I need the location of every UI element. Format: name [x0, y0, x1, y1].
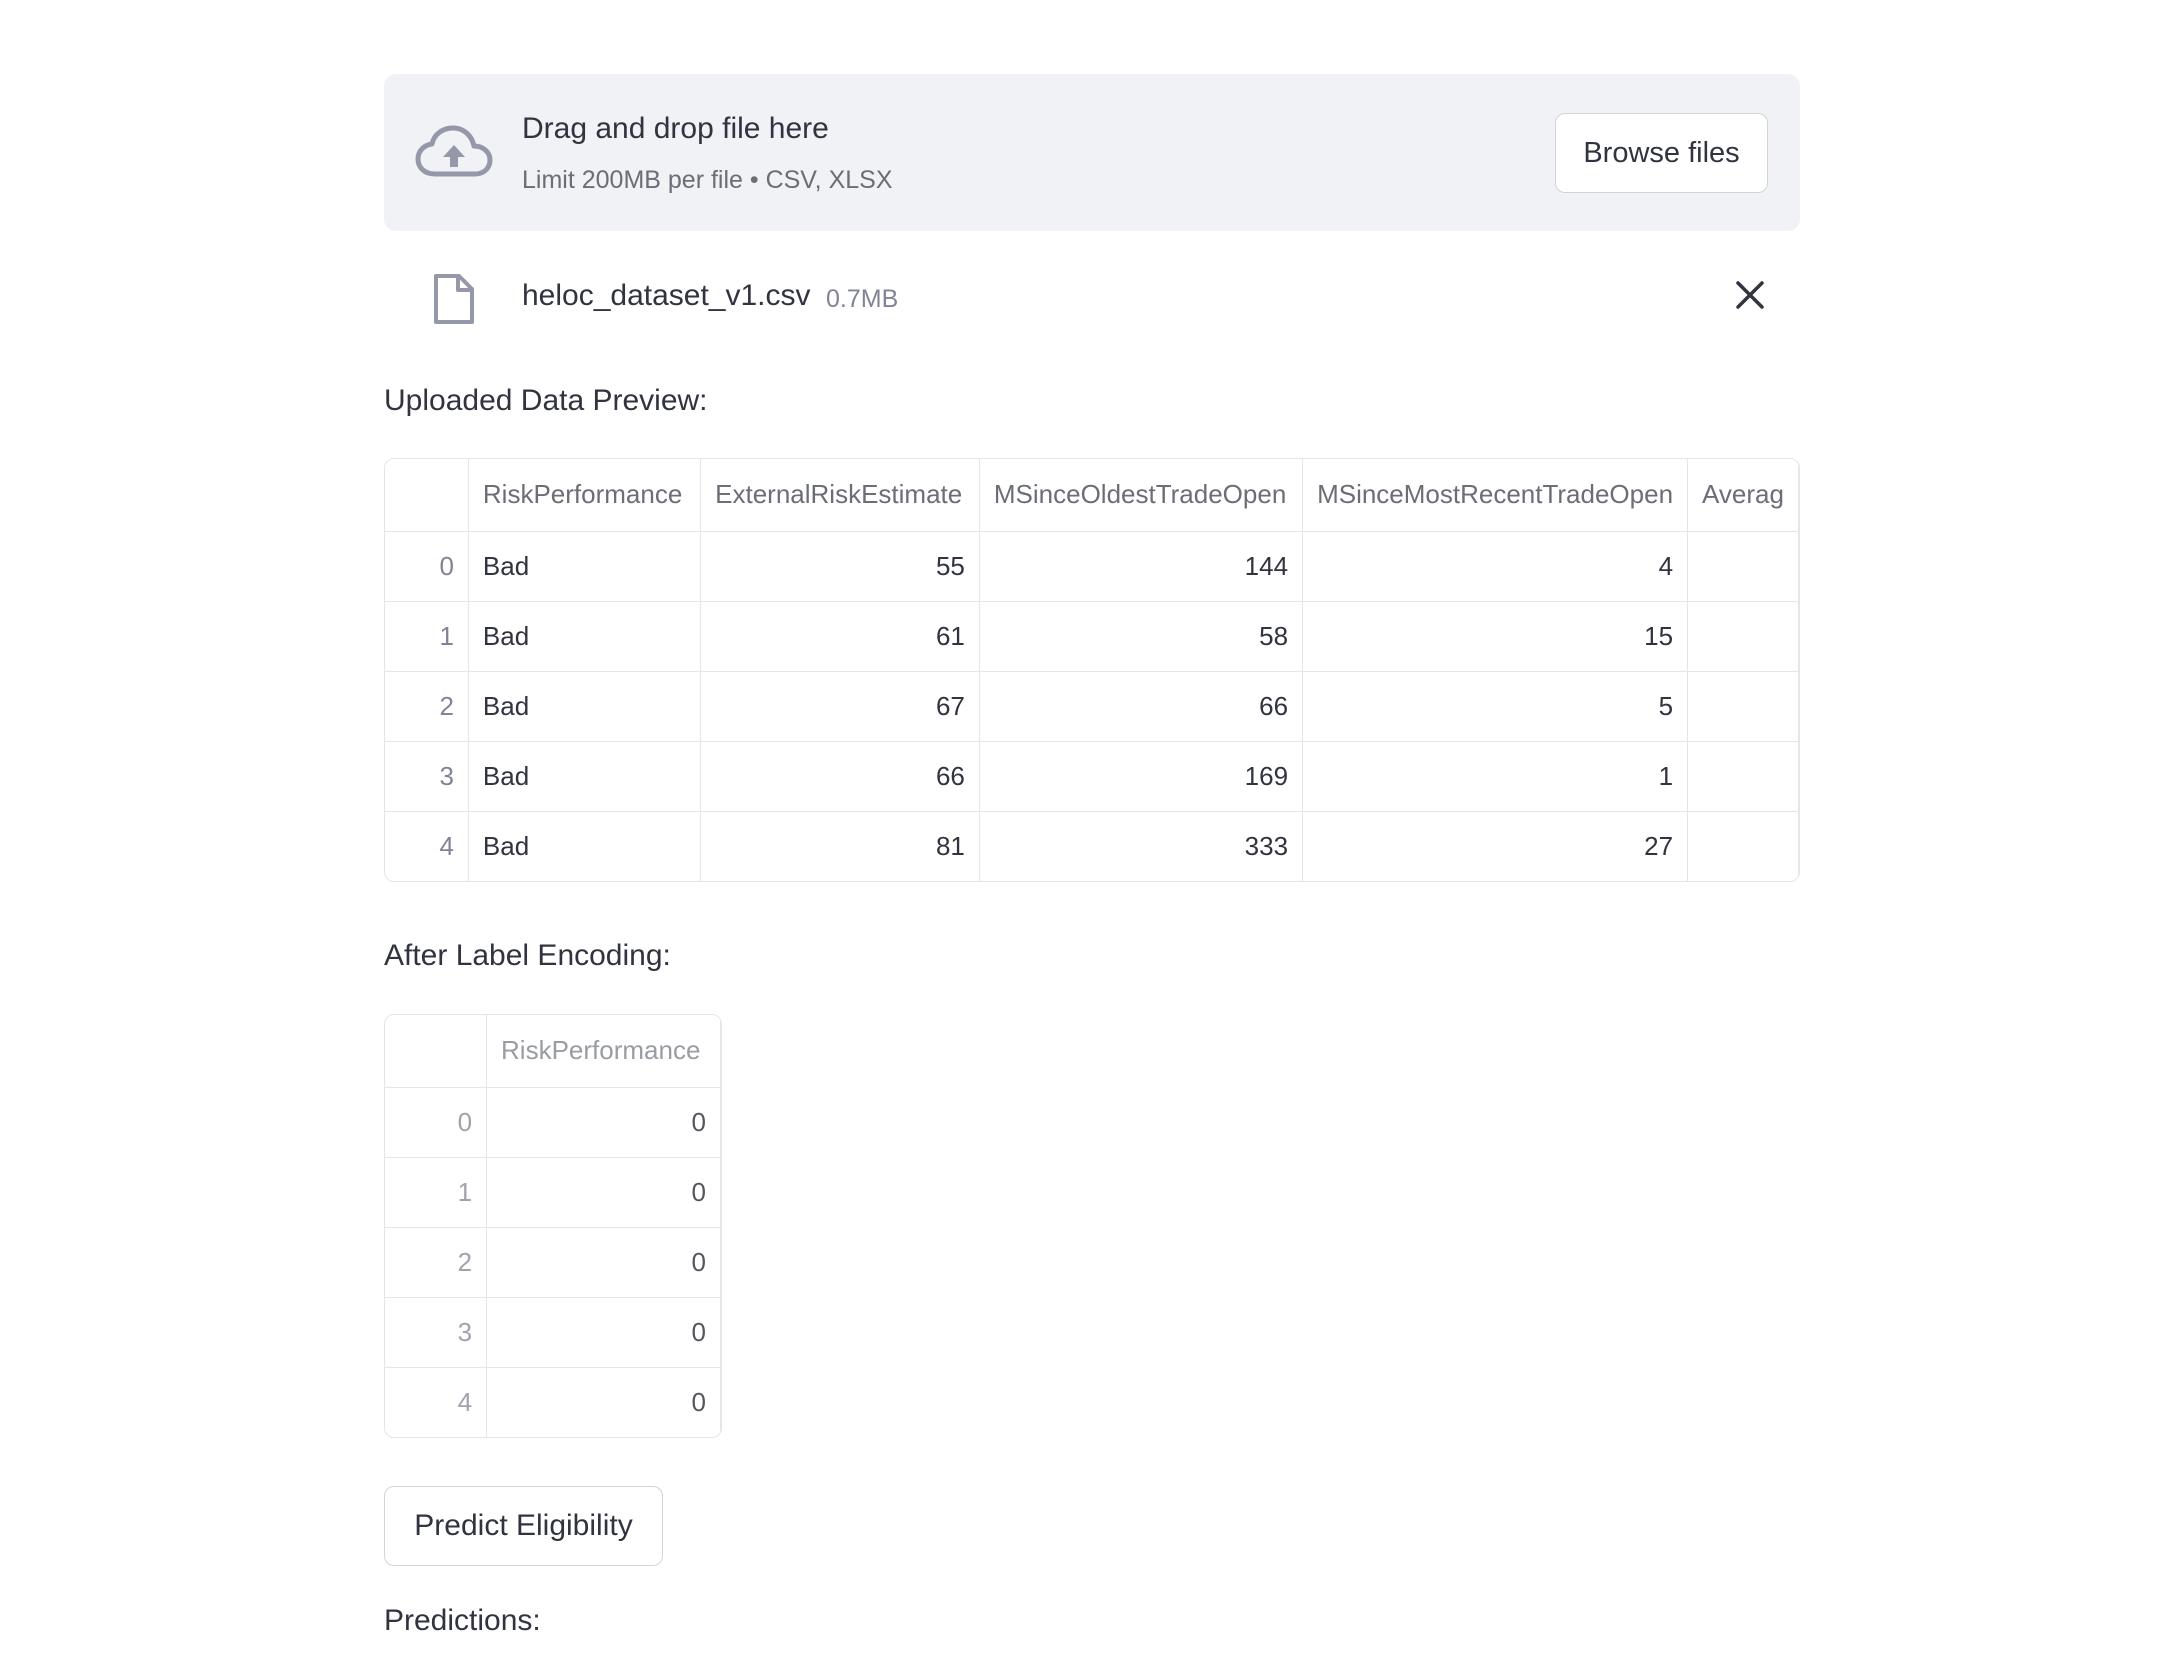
table-cell[interactable]: 66	[979, 671, 1304, 742]
table-cell[interactable]	[1687, 531, 1799, 602]
table-row: 4 Bad 81 333 27	[385, 811, 1799, 881]
row-index: 3	[385, 741, 469, 812]
index-header	[385, 459, 469, 532]
row-index: 2	[385, 671, 469, 742]
table-row: 3 0	[385, 1297, 721, 1368]
close-icon[interactable]	[1728, 273, 1772, 317]
table-cell[interactable]: 333	[979, 811, 1304, 881]
file-icon	[434, 274, 474, 324]
table-cell[interactable]	[1687, 811, 1799, 881]
table-cell[interactable]: Bad	[468, 531, 702, 602]
file-dropzone[interactable]: Drag and drop file here Limit 200MB per …	[384, 74, 1800, 231]
cloud-upload-icon	[415, 125, 493, 177]
column-header[interactable]: ExternalRiskEstimate	[700, 459, 980, 532]
encoded-label: After Label Encoding:	[384, 939, 671, 972]
row-index: 2	[385, 1227, 488, 1298]
table-cell[interactable]: 169	[979, 741, 1304, 812]
column-header[interactable]: MSinceOldestTradeOpen	[979, 459, 1304, 532]
row-index: 4	[385, 811, 469, 881]
table-cell[interactable]: 15	[1302, 601, 1689, 672]
table-cell[interactable]: 144	[979, 531, 1304, 602]
table-cell[interactable]: Bad	[468, 811, 702, 881]
table-cell[interactable]: 81	[700, 811, 980, 881]
table-row: 0 Bad 55 144 4	[385, 531, 1799, 602]
table-cell[interactable]: 0	[486, 1367, 721, 1437]
table-cell[interactable]: 5	[1302, 671, 1689, 742]
table-cell[interactable]	[1687, 741, 1799, 812]
table-cell[interactable]: 0	[486, 1297, 721, 1368]
row-index: 3	[385, 1297, 488, 1368]
table-row: 0 0	[385, 1087, 721, 1158]
table-cell[interactable]: Bad	[468, 601, 702, 672]
row-index: 0	[385, 531, 469, 602]
file-name: heloc_dataset_v1.csv	[522, 279, 811, 312]
table-cell[interactable]: 27	[1302, 811, 1689, 881]
preview-label: Uploaded Data Preview:	[384, 384, 708, 417]
table-cell[interactable]	[1687, 671, 1799, 742]
column-header[interactable]: MSinceMostRecentTradeOpen	[1302, 459, 1689, 532]
row-index: 1	[385, 601, 469, 672]
table-cell[interactable]: 4	[1302, 531, 1689, 602]
preview-dataframe[interactable]: RiskPerformance ExternalRiskEstimate MSi…	[384, 458, 1800, 882]
table-cell[interactable]: 0	[486, 1157, 721, 1228]
table-row: 1 Bad 61 58 15	[385, 601, 1799, 672]
column-header[interactable]: RiskPerformance	[486, 1015, 721, 1088]
table-cell[interactable]: 67	[700, 671, 980, 742]
dropzone-title: Drag and drop file here	[522, 112, 829, 145]
row-index: 0	[385, 1087, 488, 1158]
predictions-label: Predictions:	[384, 1604, 541, 1637]
table-row: 2 Bad 67 66 5	[385, 671, 1799, 742]
main-content: Drag and drop file here Limit 200MB per …	[384, 74, 1800, 1637]
table-cell[interactable]: 66	[700, 741, 980, 812]
encoded-header-row: RiskPerformance	[385, 1015, 721, 1088]
index-header	[385, 1015, 488, 1088]
predict-eligibility-button[interactable]: Predict Eligibility	[384, 1486, 663, 1566]
table-cell[interactable]: Bad	[468, 741, 702, 812]
table-cell[interactable]: 1	[1302, 741, 1689, 812]
table-row: 4 0	[385, 1367, 721, 1437]
dropzone-subtitle: Limit 200MB per file • CSV, XLSX	[522, 166, 893, 194]
column-header[interactable]: RiskPerformance	[468, 459, 702, 532]
table-cell[interactable]: Bad	[468, 671, 702, 742]
table-cell[interactable]: 55	[700, 531, 980, 602]
table-cell[interactable]	[1687, 601, 1799, 672]
browse-files-button[interactable]: Browse files	[1555, 113, 1768, 193]
table-cell[interactable]: 0	[486, 1227, 721, 1298]
table-row: 3 Bad 66 169 1	[385, 741, 1799, 812]
column-header[interactable]: Averag	[1687, 459, 1799, 532]
preview-header-row: RiskPerformance ExternalRiskEstimate MSi…	[385, 459, 1799, 532]
table-row: 2 0	[385, 1227, 721, 1298]
encoded-dataframe[interactable]: RiskPerformance 0 0 1 0 2 0 3 0 4 0	[384, 1014, 722, 1438]
row-index: 4	[385, 1367, 488, 1437]
row-index: 1	[385, 1157, 488, 1228]
table-row: 1 0	[385, 1157, 721, 1228]
file-size: 0.7MB	[826, 285, 899, 313]
table-cell[interactable]: 58	[979, 601, 1304, 672]
uploaded-file-row: heloc_dataset_v1.csv 0.7MB	[384, 231, 1800, 359]
table-cell[interactable]: 61	[700, 601, 980, 672]
table-cell[interactable]: 0	[486, 1087, 721, 1158]
